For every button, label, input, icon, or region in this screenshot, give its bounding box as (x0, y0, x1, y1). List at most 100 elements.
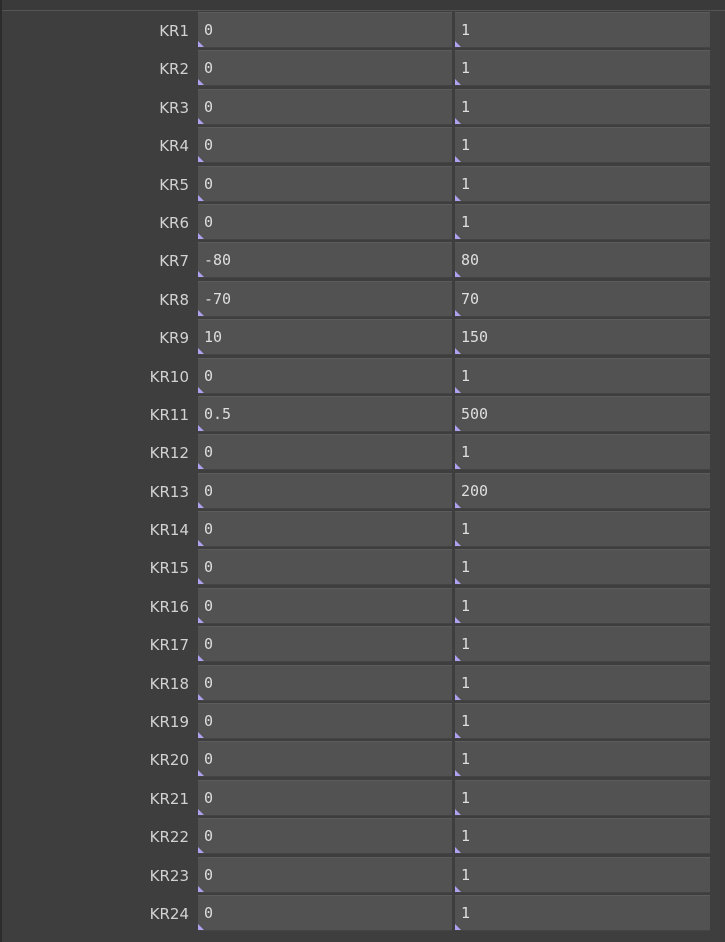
param-min-field[interactable]: 0 (198, 127, 452, 164)
param-row-kr15: KR15 0 1 (0, 549, 725, 587)
param-min-value: 0 (204, 443, 214, 462)
expression-marker-icon (198, 770, 204, 777)
param-min-field[interactable]: 0 (198, 511, 452, 548)
param-label: KR20 (149, 751, 189, 770)
param-max-value: 1 (461, 596, 471, 615)
param-min-field[interactable]: 0 (198, 549, 452, 586)
param-max-field[interactable]: 1 (455, 165, 710, 202)
parameter-list: KR1 0 1 KR2 0 1 KR3 0 1 KR4 0 1 KR5 0 1 KR6 0 1 KR7 -80 80 KR… (0, 12, 725, 933)
param-row-kr13: KR13 0 200 (0, 472, 725, 511)
param-min-field[interactable]: 0 (198, 203, 452, 240)
param-row-kr9: KR9 10 150 (0, 319, 725, 357)
param-label: KR11 (149, 405, 189, 424)
param-label: KR2 (159, 60, 189, 79)
param-max-field[interactable]: 1 (455, 703, 710, 740)
param-min-field[interactable]: 0 (198, 472, 452, 509)
param-label: KR6 (159, 213, 189, 232)
param-min-field[interactable]: 0 (198, 856, 452, 893)
param-label: KR19 (149, 713, 189, 732)
expression-marker-icon (198, 309, 204, 316)
param-min-field[interactable]: 0 (198, 894, 452, 931)
param-max-field[interactable]: 1 (455, 741, 710, 778)
param-row-kr18: KR18 0 1 (0, 664, 725, 703)
param-max-field[interactable]: 1 (455, 626, 710, 663)
expression-marker-icon (455, 463, 461, 470)
param-min-field[interactable]: 0 (198, 357, 452, 394)
param-min-field[interactable]: 0 (198, 50, 452, 87)
param-max-value: 70 (461, 289, 480, 308)
param-max-field[interactable]: 1 (455, 357, 710, 394)
param-max-field[interactable]: 1 (455, 511, 710, 548)
param-max-field[interactable]: 1 (455, 818, 710, 855)
param-max-value: 1 (461, 635, 471, 654)
param-label: KR3 (159, 98, 189, 117)
param-min-field[interactable]: 0 (198, 587, 452, 624)
expression-marker-icon (198, 41, 204, 47)
param-max-value: 1 (461, 750, 471, 769)
param-min-value: 0 (204, 635, 214, 654)
param-min-field[interactable]: 0 (198, 818, 452, 855)
param-min-field[interactable]: 0 (198, 664, 452, 701)
param-min-field[interactable]: 0 (198, 626, 452, 663)
expression-marker-icon (455, 578, 461, 585)
param-max-field[interactable]: 1 (455, 856, 710, 893)
param-max-field[interactable]: 1 (455, 894, 710, 931)
param-max-field[interactable]: 1 (455, 203, 710, 240)
param-max-field[interactable]: 1 (455, 587, 710, 624)
param-max-field[interactable]: 70 (455, 280, 710, 317)
param-min-field[interactable]: 0 (198, 779, 452, 816)
param-min-field[interactable]: -80 (198, 242, 452, 279)
expression-marker-icon (455, 348, 461, 355)
param-row-kr16: KR16 0 1 (0, 587, 725, 626)
param-min-field[interactable]: 0 (198, 741, 452, 778)
param-min-field[interactable]: 10 (198, 319, 452, 356)
param-max-field[interactable]: 500 (455, 395, 710, 432)
param-min-value: 0 (204, 788, 214, 807)
param-label: KR9 (159, 329, 189, 348)
expression-marker-icon (198, 424, 204, 431)
param-row-kr20: KR20 0 1 (0, 741, 725, 779)
param-max-value: 1 (461, 903, 471, 922)
param-label: KR23 (149, 866, 189, 885)
param-max-field[interactable]: 80 (455, 242, 710, 279)
expression-marker-icon (198, 194, 204, 201)
param-max-field[interactable]: 200 (455, 472, 710, 509)
param-max-value: 1 (461, 865, 471, 884)
param-label: KR24 (149, 904, 189, 923)
param-min-value: 0.5 (204, 404, 232, 423)
param-min-value: 0 (204, 136, 214, 155)
param-max-field[interactable]: 1 (455, 434, 710, 471)
expression-marker-icon (455, 117, 461, 124)
param-max-field[interactable]: 1 (455, 12, 710, 48)
param-max-field[interactable]: 1 (455, 50, 710, 87)
param-min-field[interactable]: 0 (198, 703, 452, 740)
param-min-field[interactable]: 0 (198, 165, 452, 202)
expression-marker-icon (198, 501, 204, 508)
param-max-field[interactable]: 1 (455, 127, 710, 164)
expression-marker-icon (455, 424, 461, 431)
param-min-field[interactable]: 0 (198, 434, 452, 471)
param-label: KR10 (149, 367, 189, 386)
param-max-field[interactable]: 1 (455, 549, 710, 586)
expression-marker-icon (455, 156, 461, 163)
param-min-value: 0 (204, 673, 214, 692)
param-label: KR4 (159, 137, 189, 156)
param-max-value: 80 (461, 251, 480, 270)
param-min-field[interactable]: 0 (198, 88, 452, 125)
param-row-kr12: KR12 0 1 (0, 434, 725, 472)
param-min-value: 0 (204, 21, 214, 39)
param-max-field[interactable]: 1 (455, 664, 710, 701)
expression-marker-icon (198, 732, 204, 739)
param-max-value: 1 (461, 827, 471, 846)
param-max-value: 1 (461, 558, 471, 577)
param-max-field[interactable]: 1 (455, 88, 710, 125)
param-min-field[interactable]: 0 (198, 12, 452, 48)
expression-marker-icon (455, 232, 461, 239)
param-max-field[interactable]: 150 (455, 319, 710, 356)
param-max-value: 200 (461, 481, 489, 500)
param-label: KR16 (149, 597, 189, 616)
param-min-field[interactable]: -70 (198, 280, 452, 317)
param-max-field[interactable]: 1 (455, 779, 710, 816)
param-max-value: 500 (461, 404, 489, 423)
param-min-field[interactable]: 0.5 (198, 395, 452, 432)
